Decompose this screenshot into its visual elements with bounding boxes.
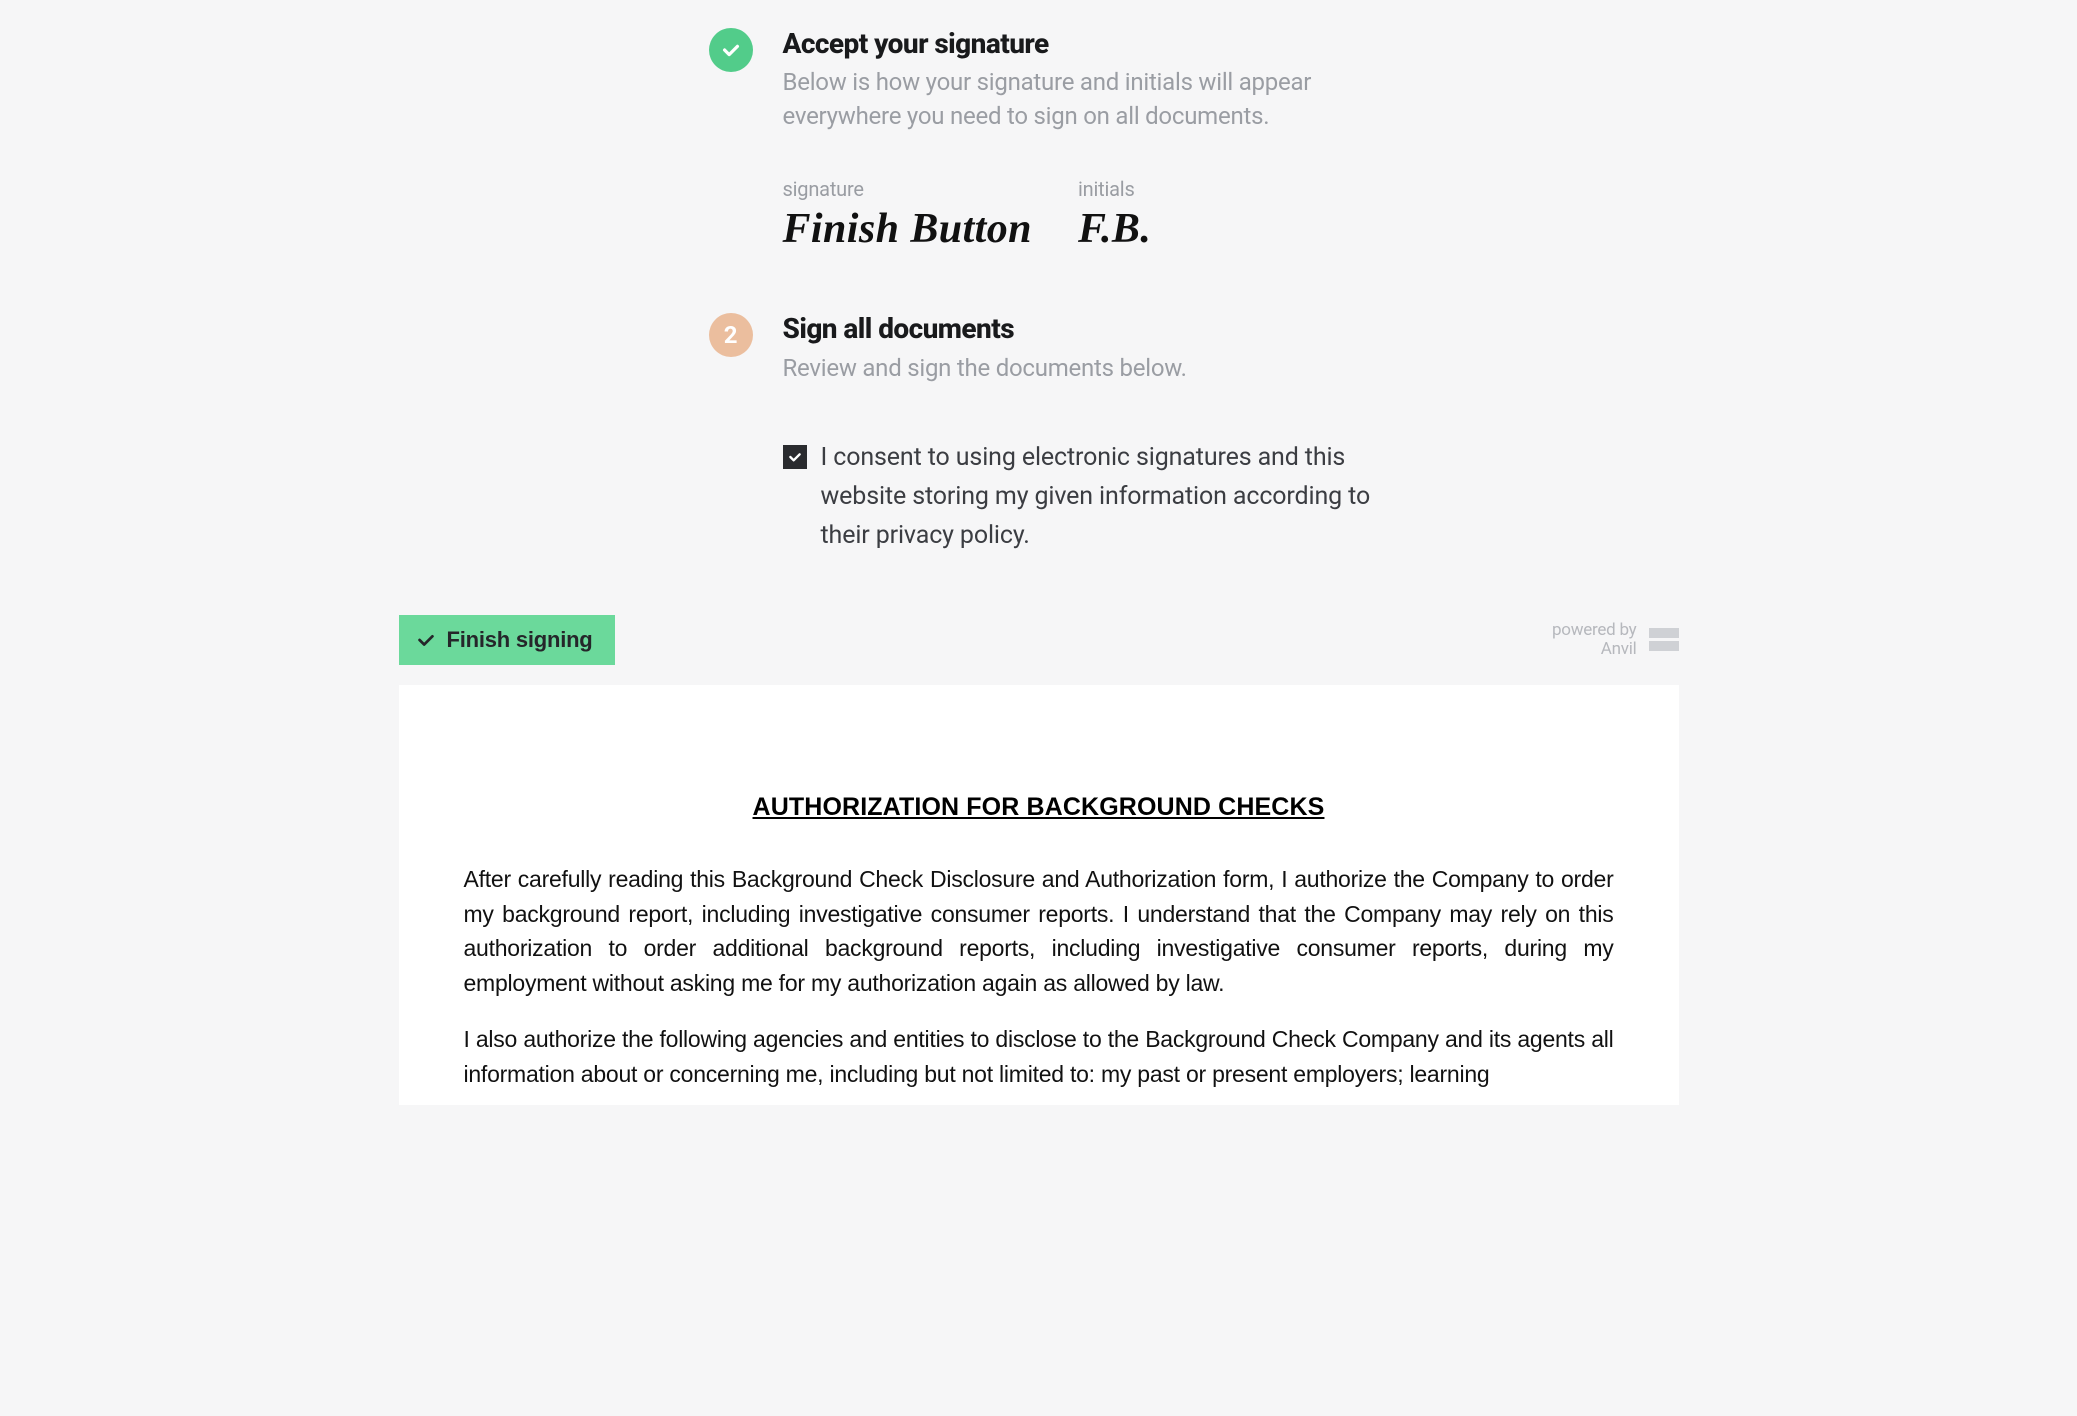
initials-value: F.B. (1078, 205, 1151, 253)
initials-block: initials F.B. (1078, 177, 1151, 253)
step-number-badge: 2 (709, 313, 753, 357)
document-viewer: AUTHORIZATION FOR BACKGROUND CHECKS Afte… (399, 685, 1679, 1105)
powered-by-label: powered by (1552, 621, 1637, 641)
step-title: Accept your signature (783, 28, 1383, 60)
check-icon (415, 629, 437, 651)
step-title: Sign all documents (783, 313, 1383, 345)
document-title: AUTHORIZATION FOR BACKGROUND CHECKS (464, 793, 1614, 822)
initials-label: initials (1078, 177, 1151, 201)
consent-text: I consent to using electronic signatures… (821, 439, 1383, 555)
signature-block: signature Finish Button (783, 177, 1032, 253)
step-subtitle: Review and sign the documents below. (783, 352, 1383, 386)
powered-by: powered by Anvil (1552, 621, 1679, 660)
document-toolbar: Finish signing powered by Anvil (399, 615, 1679, 665)
signature-label: signature (783, 177, 1032, 201)
document-paragraph: I also authorize the following agencies … (464, 1022, 1614, 1091)
finish-signing-label: Finish signing (447, 627, 593, 653)
consent-checkbox[interactable] (783, 445, 807, 469)
document-paragraph: After carefully reading this Background … (464, 862, 1614, 1000)
powered-by-brand: Anvil (1552, 640, 1637, 660)
finish-signing-button[interactable]: Finish signing (399, 615, 615, 665)
step-accept-signature: Accept your signature Below is how your … (709, 28, 1679, 253)
step-complete-icon (709, 28, 753, 72)
signature-value: Finish Button (783, 205, 1032, 253)
step-sign-documents: 2 Sign all documents Review and sign the… (709, 313, 1679, 555)
step-subtitle: Below is how your signature and initials… (783, 66, 1383, 133)
anvil-logo-icon (1649, 628, 1679, 652)
